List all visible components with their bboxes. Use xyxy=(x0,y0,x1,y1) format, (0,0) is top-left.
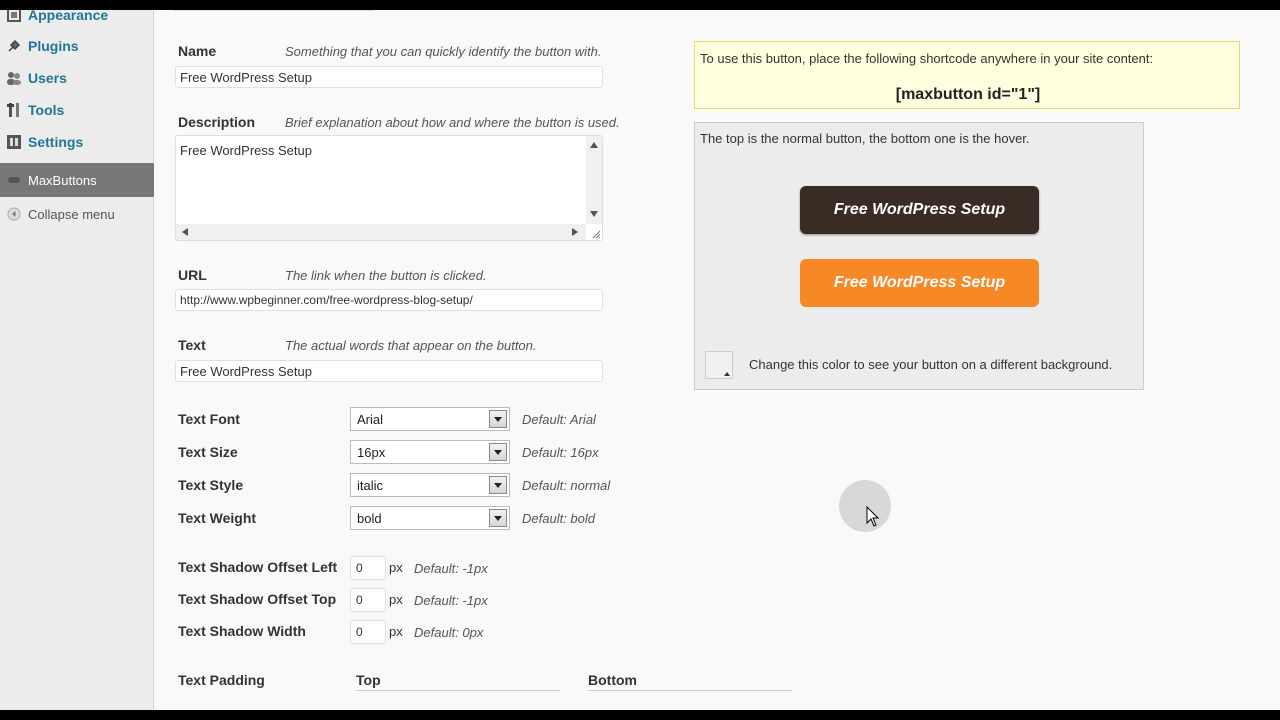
plugin-icon xyxy=(6,38,22,54)
tools-icon xyxy=(6,102,22,118)
shadow-width-label: Text Shadow Width xyxy=(178,623,306,639)
text-label: Text xyxy=(178,337,206,353)
text-font-value: Arial xyxy=(357,411,384,427)
collapse-menu-button[interactable]: Collapse menu xyxy=(0,199,153,229)
horizontal-scrollbar[interactable] xyxy=(176,224,586,240)
chevron-down-icon[interactable] xyxy=(489,443,507,461)
text-weight-default: Default: bold xyxy=(522,511,595,526)
text-style-label: Text Style xyxy=(178,477,244,493)
maxbuttons-editor: Name Something that you can quickly iden… xyxy=(154,10,1280,710)
shadow-top-unit: px xyxy=(389,592,403,607)
text-padding-label: Text Padding xyxy=(178,672,265,688)
shadow-width-default: Default: 0px xyxy=(414,625,484,640)
shadow-top-label: Text Shadow Offset Top xyxy=(178,591,337,607)
preview-hover-button[interactable]: Free WordPress Setup xyxy=(800,259,1039,307)
resize-handle-icon[interactable] xyxy=(591,229,601,239)
description-value: Free WordPress Setup xyxy=(180,143,312,158)
text-size-default: Default: 16px xyxy=(522,445,599,460)
text-weight-select[interactable]: bold xyxy=(350,506,510,530)
background-color-picker[interactable] xyxy=(705,351,733,379)
wp-admin-window: Appearance Plugins Users Tools Settings xyxy=(0,10,1280,710)
cursor-highlight xyxy=(839,480,891,532)
text-size-label: Text Size xyxy=(178,444,238,460)
text-size-select[interactable]: 16px xyxy=(350,440,510,464)
shadow-width-unit: px xyxy=(389,624,403,639)
shortcode-notice: To use this button, place the following … xyxy=(694,41,1240,109)
padding-top-column: Top xyxy=(356,672,560,691)
url-input[interactable]: http://www.wpbeginner.com/free-wordpress… xyxy=(175,289,603,311)
appearance-icon xyxy=(6,10,22,23)
text-style-select[interactable]: italic xyxy=(350,473,510,497)
text-style-default: Default: normal xyxy=(522,478,611,493)
text-weight-label: Text Weight xyxy=(178,510,257,526)
sidebar-item-label: Users xyxy=(28,70,67,86)
name-hint: Something that you can quickly identify … xyxy=(285,44,602,59)
name-label: Name xyxy=(178,43,217,59)
chevron-down-icon[interactable] xyxy=(489,410,507,428)
description-hint: Brief explanation about how and where th… xyxy=(285,115,620,130)
mouse-pointer-icon xyxy=(866,506,880,527)
preview-normal-button[interactable]: Free WordPress Setup xyxy=(800,186,1039,234)
button-preview-panel: The top is the normal button, the bottom… xyxy=(694,122,1144,390)
scroll-left-icon[interactable] xyxy=(182,228,188,236)
settings-icon xyxy=(6,134,22,150)
scroll-right-icon[interactable] xyxy=(572,228,578,236)
sidebar-item-maxbuttons[interactable]: MaxButtons xyxy=(0,163,165,197)
url-hint: The link when the button is clicked. xyxy=(285,268,487,283)
users-icon xyxy=(6,70,22,86)
text-font-label: Text Font xyxy=(178,411,240,427)
collapse-icon xyxy=(6,206,22,222)
text-font-default: Default: Arial xyxy=(522,412,596,427)
chevron-down-icon[interactable] xyxy=(489,509,507,527)
shadow-width-input[interactable]: 0 xyxy=(350,620,386,644)
vertical-scrollbar[interactable] xyxy=(586,136,602,224)
background-color-hint: Change this color to see your button on … xyxy=(749,357,1113,372)
shadow-left-unit: px xyxy=(389,560,403,575)
admin-sidebar: Appearance Plugins Users Tools Settings xyxy=(0,10,165,710)
url-label: URL xyxy=(178,267,207,283)
name-input[interactable]: Free WordPress Setup xyxy=(175,66,603,88)
sidebar-item-tools[interactable]: Tools xyxy=(0,95,153,125)
sidebar-item-label: Appearance xyxy=(28,10,109,23)
sidebar-item-label: MaxButtons xyxy=(28,172,97,188)
scroll-up-icon[interactable] xyxy=(590,142,598,148)
text-weight-value: bold xyxy=(357,510,382,526)
maxbuttons-icon xyxy=(6,172,22,188)
text-font-select[interactable]: Arial xyxy=(350,407,510,431)
sidebar-item-label: Plugins xyxy=(28,38,79,54)
shadow-left-input[interactable]: 0 xyxy=(350,556,386,580)
sidebar-item-label: Tools xyxy=(28,102,65,118)
text-style-value: italic xyxy=(357,477,384,493)
sidebar-item-users[interactable]: Users xyxy=(0,63,153,93)
shadow-left-default: Default: -1px xyxy=(414,561,488,576)
text-input[interactable]: Free WordPress Setup xyxy=(175,360,603,382)
shadow-left-label: Text Shadow Offset Left xyxy=(178,559,338,575)
padding-bottom-column: Bottom xyxy=(588,672,792,691)
sidebar-item-settings[interactable]: Settings xyxy=(0,127,153,157)
top-divider xyxy=(174,10,374,11)
sidebar-item-label: Collapse menu xyxy=(28,206,115,222)
shadow-top-input[interactable]: 0 xyxy=(350,588,386,612)
shortcode-code[interactable]: [maxbutton id="1"] xyxy=(695,86,1241,104)
sidebar-item-appearance[interactable]: Appearance xyxy=(0,10,153,30)
text-hint: The actual words that appear on the butt… xyxy=(285,338,537,353)
sidebar-item-plugins[interactable]: Plugins xyxy=(0,31,153,61)
description-label: Description xyxy=(178,114,256,130)
text-size-value: 16px xyxy=(357,444,386,460)
sidebar-item-label: Settings xyxy=(28,134,84,150)
chevron-down-icon[interactable] xyxy=(489,476,507,494)
shadow-top-default: Default: -1px xyxy=(414,593,488,608)
description-textarea[interactable]: Free WordPress Setup xyxy=(175,135,603,241)
scroll-down-icon[interactable] xyxy=(590,211,598,217)
preview-caption: The top is the normal button, the bottom… xyxy=(700,131,1030,146)
color-picker-arrow-icon xyxy=(724,372,730,376)
shortcode-instruction: To use this button, place the following … xyxy=(700,51,1154,66)
